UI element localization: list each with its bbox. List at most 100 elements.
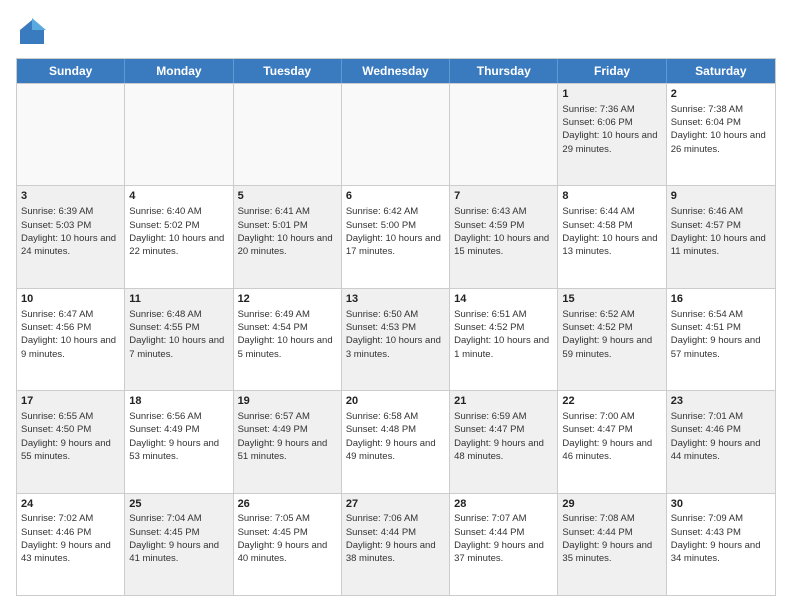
- cal-cell-25: 25Sunrise: 7:04 AM Sunset: 4:45 PM Dayli…: [125, 494, 233, 595]
- day-info: Sunrise: 6:50 AM Sunset: 4:53 PM Dayligh…: [346, 308, 445, 361]
- day-info: Sunrise: 6:55 AM Sunset: 4:50 PM Dayligh…: [21, 410, 120, 463]
- day-info: Sunrise: 6:52 AM Sunset: 4:52 PM Dayligh…: [562, 308, 661, 361]
- day-info: Sunrise: 6:56 AM Sunset: 4:49 PM Dayligh…: [129, 410, 228, 463]
- day-info: Sunrise: 7:36 AM Sunset: 6:06 PM Dayligh…: [562, 103, 661, 156]
- day-info: Sunrise: 6:59 AM Sunset: 4:47 PM Dayligh…: [454, 410, 553, 463]
- day-info: Sunrise: 6:47 AM Sunset: 4:56 PM Dayligh…: [21, 308, 120, 361]
- cal-cell-29: 29Sunrise: 7:08 AM Sunset: 4:44 PM Dayli…: [558, 494, 666, 595]
- cal-cell-1: 1Sunrise: 7:36 AM Sunset: 6:06 PM Daylig…: [558, 84, 666, 185]
- day-info: Sunrise: 6:44 AM Sunset: 4:58 PM Dayligh…: [562, 205, 661, 258]
- day-info: Sunrise: 7:01 AM Sunset: 4:46 PM Dayligh…: [671, 410, 771, 463]
- day-number: 29: [562, 497, 661, 512]
- cal-cell-10: 10Sunrise: 6:47 AM Sunset: 4:56 PM Dayli…: [17, 289, 125, 390]
- day-info: Sunrise: 6:40 AM Sunset: 5:02 PM Dayligh…: [129, 205, 228, 258]
- day-number: 20: [346, 394, 445, 409]
- day-info: Sunrise: 6:39 AM Sunset: 5:03 PM Dayligh…: [21, 205, 120, 258]
- day-number: 12: [238, 292, 337, 307]
- day-number: 8: [562, 189, 661, 204]
- cal-cell-empty-3: [342, 84, 450, 185]
- day-info: Sunrise: 7:08 AM Sunset: 4:44 PM Dayligh…: [562, 512, 661, 565]
- day-number: 28: [454, 497, 553, 512]
- cal-cell-21: 21Sunrise: 6:59 AM Sunset: 4:47 PM Dayli…: [450, 391, 558, 492]
- day-number: 1: [562, 87, 661, 102]
- day-info: Sunrise: 6:54 AM Sunset: 4:51 PM Dayligh…: [671, 308, 771, 361]
- day-number: 7: [454, 189, 553, 204]
- day-info: Sunrise: 7:07 AM Sunset: 4:44 PM Dayligh…: [454, 512, 553, 565]
- page: SundayMondayTuesdayWednesdayThursdayFrid…: [0, 0, 792, 612]
- day-number: 16: [671, 292, 771, 307]
- cal-header-wednesday: Wednesday: [342, 59, 450, 83]
- day-number: 9: [671, 189, 771, 204]
- cal-cell-20: 20Sunrise: 6:58 AM Sunset: 4:48 PM Dayli…: [342, 391, 450, 492]
- day-number: 10: [21, 292, 120, 307]
- cal-cell-24: 24Sunrise: 7:02 AM Sunset: 4:46 PM Dayli…: [17, 494, 125, 595]
- day-info: Sunrise: 7:06 AM Sunset: 4:44 PM Dayligh…: [346, 512, 445, 565]
- day-info: Sunrise: 7:02 AM Sunset: 4:46 PM Dayligh…: [21, 512, 120, 565]
- day-info: Sunrise: 7:09 AM Sunset: 4:43 PM Dayligh…: [671, 512, 771, 565]
- day-info: Sunrise: 6:41 AM Sunset: 5:01 PM Dayligh…: [238, 205, 337, 258]
- cal-header-thursday: Thursday: [450, 59, 558, 83]
- day-number: 17: [21, 394, 120, 409]
- day-number: 22: [562, 394, 661, 409]
- calendar-header-row: SundayMondayTuesdayWednesdayThursdayFrid…: [17, 59, 775, 83]
- day-info: Sunrise: 6:51 AM Sunset: 4:52 PM Dayligh…: [454, 308, 553, 361]
- cal-header-monday: Monday: [125, 59, 233, 83]
- cal-cell-22: 22Sunrise: 7:00 AM Sunset: 4:47 PM Dayli…: [558, 391, 666, 492]
- day-number: 6: [346, 189, 445, 204]
- day-info: Sunrise: 6:46 AM Sunset: 4:57 PM Dayligh…: [671, 205, 771, 258]
- cal-cell-empty-0: [17, 84, 125, 185]
- day-info: Sunrise: 7:00 AM Sunset: 4:47 PM Dayligh…: [562, 410, 661, 463]
- day-info: Sunrise: 6:49 AM Sunset: 4:54 PM Dayligh…: [238, 308, 337, 361]
- day-info: Sunrise: 6:58 AM Sunset: 4:48 PM Dayligh…: [346, 410, 445, 463]
- cal-cell-28: 28Sunrise: 7:07 AM Sunset: 4:44 PM Dayli…: [450, 494, 558, 595]
- cal-cell-30: 30Sunrise: 7:09 AM Sunset: 4:43 PM Dayli…: [667, 494, 775, 595]
- day-info: Sunrise: 7:38 AM Sunset: 6:04 PM Dayligh…: [671, 103, 771, 156]
- cal-cell-18: 18Sunrise: 6:56 AM Sunset: 4:49 PM Dayli…: [125, 391, 233, 492]
- day-number: 30: [671, 497, 771, 512]
- cal-cell-9: 9Sunrise: 6:46 AM Sunset: 4:57 PM Daylig…: [667, 186, 775, 287]
- day-info: Sunrise: 6:57 AM Sunset: 4:49 PM Dayligh…: [238, 410, 337, 463]
- day-number: 21: [454, 394, 553, 409]
- cal-cell-empty-4: [450, 84, 558, 185]
- cal-cell-11: 11Sunrise: 6:48 AM Sunset: 4:55 PM Dayli…: [125, 289, 233, 390]
- header: [16, 16, 776, 48]
- cal-header-saturday: Saturday: [667, 59, 775, 83]
- day-number: 26: [238, 497, 337, 512]
- cal-week-4: 24Sunrise: 7:02 AM Sunset: 4:46 PM Dayli…: [17, 493, 775, 595]
- day-number: 4: [129, 189, 228, 204]
- day-info: Sunrise: 6:48 AM Sunset: 4:55 PM Dayligh…: [129, 308, 228, 361]
- day-number: 15: [562, 292, 661, 307]
- logo: [16, 16, 52, 48]
- calendar: SundayMondayTuesdayWednesdayThursdayFrid…: [16, 58, 776, 596]
- cal-header-sunday: Sunday: [17, 59, 125, 83]
- cal-cell-27: 27Sunrise: 7:06 AM Sunset: 4:44 PM Dayli…: [342, 494, 450, 595]
- cal-week-1: 3Sunrise: 6:39 AM Sunset: 5:03 PM Daylig…: [17, 185, 775, 287]
- cal-week-0: 1Sunrise: 7:36 AM Sunset: 6:06 PM Daylig…: [17, 83, 775, 185]
- cal-cell-6: 6Sunrise: 6:42 AM Sunset: 5:00 PM Daylig…: [342, 186, 450, 287]
- day-number: 24: [21, 497, 120, 512]
- day-info: Sunrise: 6:43 AM Sunset: 4:59 PM Dayligh…: [454, 205, 553, 258]
- day-info: Sunrise: 7:04 AM Sunset: 4:45 PM Dayligh…: [129, 512, 228, 565]
- cal-cell-23: 23Sunrise: 7:01 AM Sunset: 4:46 PM Dayli…: [667, 391, 775, 492]
- cal-header-friday: Friday: [558, 59, 666, 83]
- cal-cell-14: 14Sunrise: 6:51 AM Sunset: 4:52 PM Dayli…: [450, 289, 558, 390]
- day-number: 19: [238, 394, 337, 409]
- day-number: 14: [454, 292, 553, 307]
- cal-cell-3: 3Sunrise: 6:39 AM Sunset: 5:03 PM Daylig…: [17, 186, 125, 287]
- calendar-body: 1Sunrise: 7:36 AM Sunset: 6:06 PM Daylig…: [17, 83, 775, 595]
- cal-week-2: 10Sunrise: 6:47 AM Sunset: 4:56 PM Dayli…: [17, 288, 775, 390]
- cal-cell-8: 8Sunrise: 6:44 AM Sunset: 4:58 PM Daylig…: [558, 186, 666, 287]
- cal-cell-13: 13Sunrise: 6:50 AM Sunset: 4:53 PM Dayli…: [342, 289, 450, 390]
- cal-cell-26: 26Sunrise: 7:05 AM Sunset: 4:45 PM Dayli…: [234, 494, 342, 595]
- day-number: 2: [671, 87, 771, 102]
- logo-icon: [16, 16, 48, 48]
- day-number: 23: [671, 394, 771, 409]
- cal-cell-5: 5Sunrise: 6:41 AM Sunset: 5:01 PM Daylig…: [234, 186, 342, 287]
- cal-cell-7: 7Sunrise: 6:43 AM Sunset: 4:59 PM Daylig…: [450, 186, 558, 287]
- day-number: 18: [129, 394, 228, 409]
- cal-cell-2: 2Sunrise: 7:38 AM Sunset: 6:04 PM Daylig…: [667, 84, 775, 185]
- day-info: Sunrise: 7:05 AM Sunset: 4:45 PM Dayligh…: [238, 512, 337, 565]
- day-number: 13: [346, 292, 445, 307]
- day-number: 3: [21, 189, 120, 204]
- day-number: 5: [238, 189, 337, 204]
